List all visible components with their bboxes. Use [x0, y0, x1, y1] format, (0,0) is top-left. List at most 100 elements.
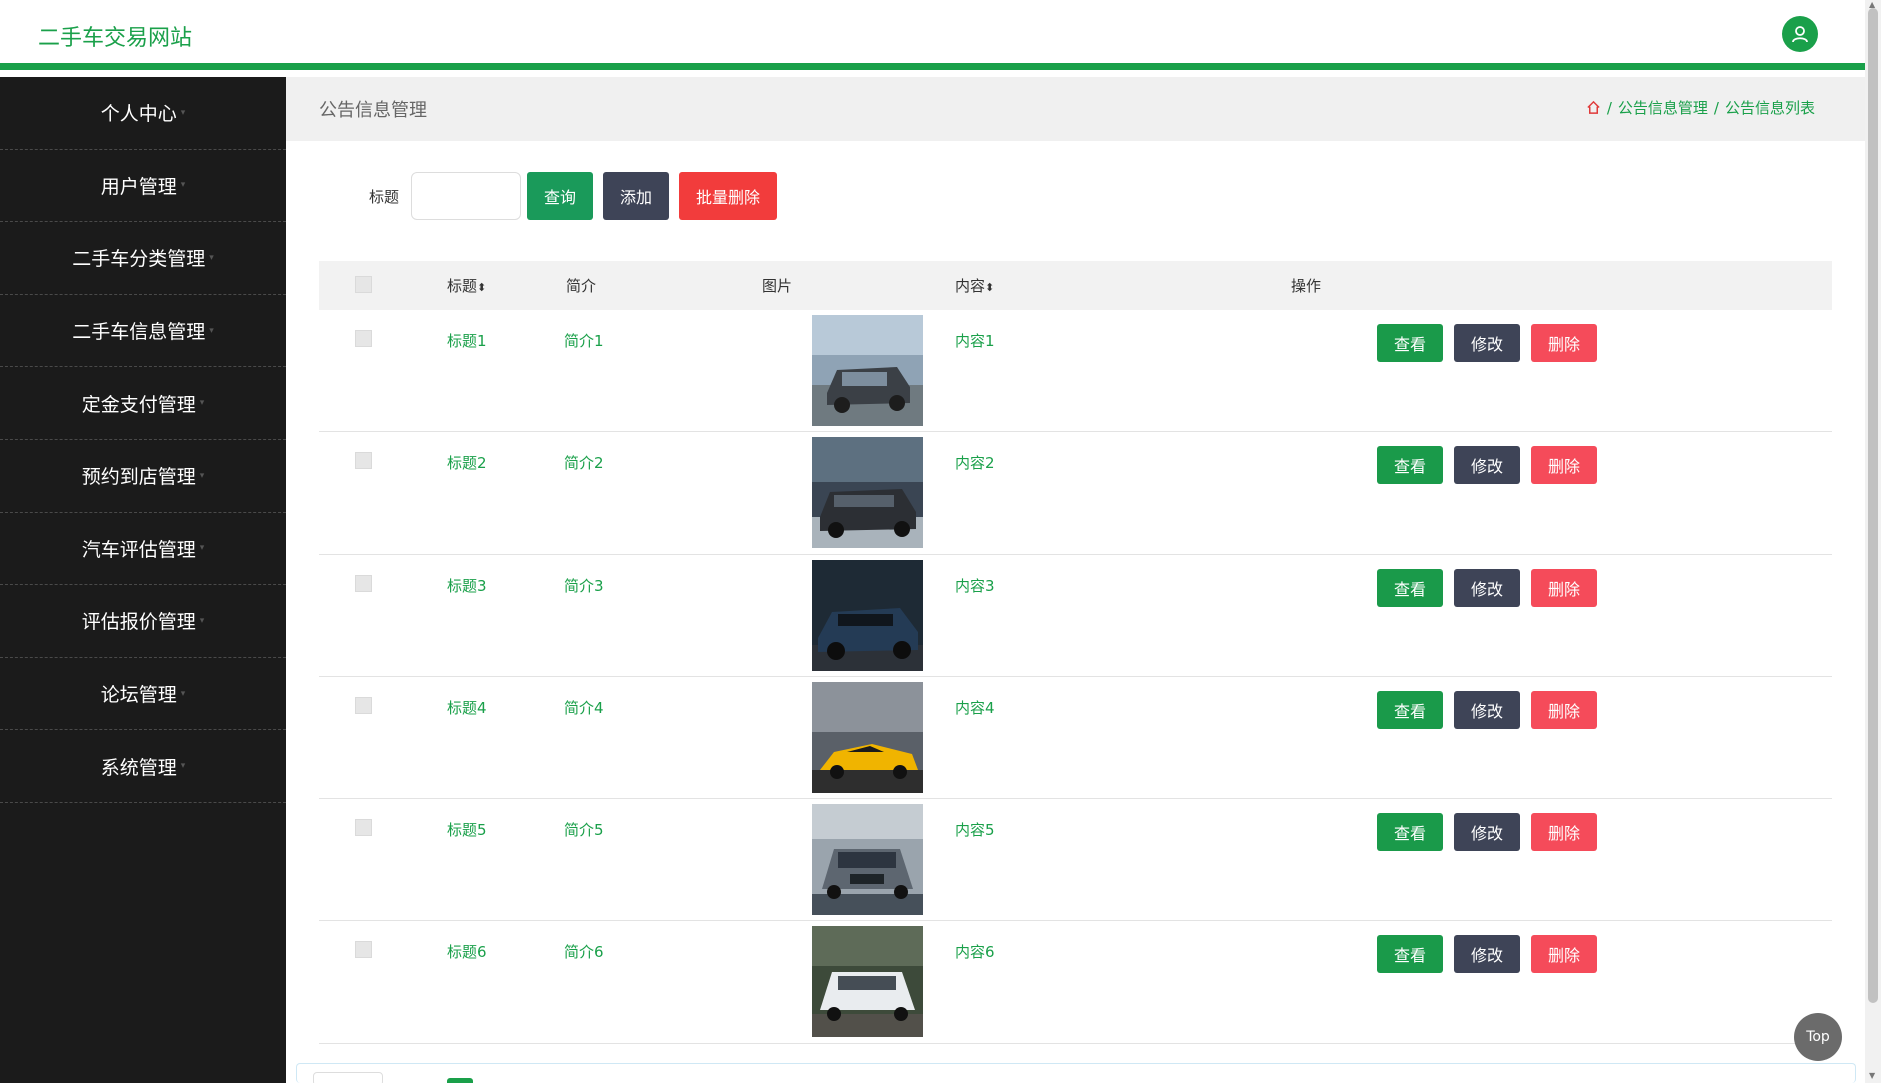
row-title: 标题1	[447, 332, 487, 350]
column-header-content[interactable]: 内容⬍	[955, 275, 994, 296]
table-row: 标题4 简介4 内容4 查看 修改 删除	[319, 677, 1832, 800]
scroll-down-icon[interactable]: ▼	[1869, 1071, 1875, 1080]
sidebar-item-car-info[interactable]: 二手车信息管理 ▾	[0, 295, 286, 368]
sidebar-item-deposit-payment[interactable]: 定金支付管理 ▾	[0, 367, 286, 440]
row-checkbox[interactable]	[355, 452, 372, 470]
title-search-input[interactable]	[411, 172, 522, 220]
caret-icon: ▾	[180, 180, 186, 191]
delete-button[interactable]: 删除	[1531, 568, 1597, 607]
column-header-actions: 操作	[1291, 277, 1322, 295]
view-button[interactable]: 查看	[1377, 690, 1443, 729]
row-title: 标题3	[447, 576, 487, 595]
car-thumbnail-image	[812, 681, 923, 793]
page-title: 公告信息管理	[319, 100, 427, 121]
car-thumbnail-image	[812, 559, 923, 671]
home-icon[interactable]	[1586, 100, 1601, 115]
table-row: 标题6 简介6 内容6 查看 修改 删除	[319, 921, 1832, 1044]
back-to-top-button[interactable]: Top	[1794, 1013, 1842, 1061]
sidebar-item-label: 二手车信息管理	[72, 321, 206, 344]
delete-button[interactable]: 删除	[1531, 690, 1597, 729]
row-checkbox[interactable]	[355, 696, 372, 714]
sidebar-item-label: 用户管理	[100, 175, 177, 198]
row-actions: 查看 修改 删除	[1377, 690, 1597, 729]
select-all-checkbox[interactable]	[355, 276, 372, 293]
user-avatar-icon[interactable]	[1782, 16, 1818, 52]
sidebar-item-label: 汽车评估管理	[81, 538, 196, 561]
view-button[interactable]: 查看	[1377, 324, 1443, 362]
search-label: 标题	[369, 187, 400, 206]
breadcrumb-item[interactable]: 公告信息列表	[1725, 97, 1815, 118]
pagination-bar	[296, 1063, 1856, 1083]
sidebar-item-label: 二手车分类管理	[72, 248, 206, 271]
delete-button[interactable]: 删除	[1531, 813, 1597, 852]
breadcrumb-item[interactable]: 公告信息管理	[1618, 97, 1708, 118]
sidebar-item-system[interactable]: 系统管理 ▾	[0, 730, 286, 803]
user-icon	[1792, 26, 1808, 43]
caret-icon: ▾	[180, 761, 186, 772]
row-checkbox[interactable]	[355, 819, 372, 837]
sidebar-item-evaluation-quote[interactable]: 评估报价管理 ▾	[0, 585, 286, 658]
edit-button[interactable]: 修改	[1454, 446, 1520, 485]
sidebar-item-users[interactable]: 用户管理 ▾	[0, 150, 286, 223]
column-header-image: 图片	[762, 277, 793, 295]
table-row: 标题1 简介1 内容1 查看 修改 删除	[319, 310, 1832, 433]
row-checkbox[interactable]	[355, 330, 372, 347]
sidebar-item-personal-center[interactable]: 个人中心 ▾	[0, 77, 286, 150]
delete-button[interactable]: 删除	[1531, 324, 1597, 362]
batch-delete-button[interactable]: 批量删除	[679, 172, 778, 220]
sidebar-item-forum[interactable]: 论坛管理 ▾	[0, 658, 286, 731]
view-button[interactable]: 查看	[1377, 813, 1443, 852]
vertical-scrollbar[interactable]: ▲ ▼	[1865, 0, 1881, 1083]
row-content: 内容6	[955, 943, 995, 962]
view-button[interactable]: 查看	[1377, 446, 1443, 485]
edit-button[interactable]: 修改	[1454, 568, 1520, 607]
sidebar-item-store-appointment[interactable]: 预约到店管理 ▾	[0, 440, 286, 513]
scroll-thumb[interactable]	[1868, 8, 1878, 1003]
row-intro: 简介2	[564, 454, 604, 473]
caret-icon: ▾	[199, 615, 205, 626]
sidebar-item-label: 预约到店管理	[81, 466, 196, 489]
caret-icon: ▾	[209, 252, 214, 263]
caret-icon: ▾	[180, 107, 186, 118]
caret-icon: ▾	[209, 325, 214, 336]
row-actions: 查看 修改 删除	[1377, 324, 1597, 362]
edit-button[interactable]: 修改	[1454, 690, 1520, 729]
row-actions: 查看 修改 删除	[1377, 568, 1597, 607]
current-page-indicator[interactable]	[447, 1078, 473, 1083]
top-header: 二手车交易网站	[0, 0, 1865, 70]
site-title[interactable]: 二手车交易网站	[38, 20, 192, 52]
sort-icon: ⬍	[985, 281, 995, 294]
edit-button[interactable]: 修改	[1454, 813, 1520, 852]
row-checkbox[interactable]	[355, 941, 372, 959]
row-intro: 简介5	[564, 821, 604, 840]
view-button[interactable]: 查看	[1377, 568, 1443, 607]
sidebar-item-label: 评估报价管理	[81, 611, 196, 634]
car-thumbnail-image	[812, 437, 923, 549]
caret-icon: ▾	[199, 543, 205, 554]
car-thumbnail-image	[812, 804, 923, 916]
delete-button[interactable]: 删除	[1531, 446, 1597, 485]
add-button[interactable]: 添加	[603, 172, 670, 220]
row-checkbox[interactable]	[355, 574, 372, 592]
row-intro: 简介6	[564, 943, 604, 962]
sidebar-item-car-evaluation[interactable]: 汽车评估管理 ▾	[0, 513, 286, 586]
row-content: 内容4	[955, 698, 995, 717]
table-row: 标题5 简介5 内容5 查看 修改 删除	[319, 799, 1832, 922]
sidebar-item-car-category[interactable]: 二手车分类管理 ▾	[0, 222, 286, 295]
notice-table: 标题⬍ 简介 图片 内容⬍ 操作 标题1 简介1 内容1 查看 修改 删除 标题…	[319, 261, 1832, 1044]
edit-button[interactable]: 修改	[1454, 935, 1520, 974]
query-button[interactable]: 查询	[527, 172, 594, 220]
page-size-select[interactable]	[313, 1072, 383, 1083]
main-content: 公告信息管理 / 公告信息管理 / 公告信息列表 标题 查询 添加 批量删除 标…	[286, 77, 1865, 1083]
delete-button[interactable]: 删除	[1531, 935, 1597, 974]
row-intro: 简介1	[564, 332, 604, 350]
column-header-intro: 简介	[566, 277, 597, 295]
column-header-title[interactable]: 标题⬍	[447, 275, 486, 296]
view-button[interactable]: 查看	[1377, 935, 1443, 974]
edit-button[interactable]: 修改	[1454, 324, 1520, 362]
sidebar-item-label: 定金支付管理	[81, 393, 196, 416]
row-content: 内容1	[955, 332, 995, 350]
car-thumbnail-image	[812, 926, 923, 1038]
breadcrumb-bar: 公告信息管理 / 公告信息管理 / 公告信息列表	[286, 77, 1865, 141]
breadcrumb-separator: /	[1606, 98, 1612, 117]
